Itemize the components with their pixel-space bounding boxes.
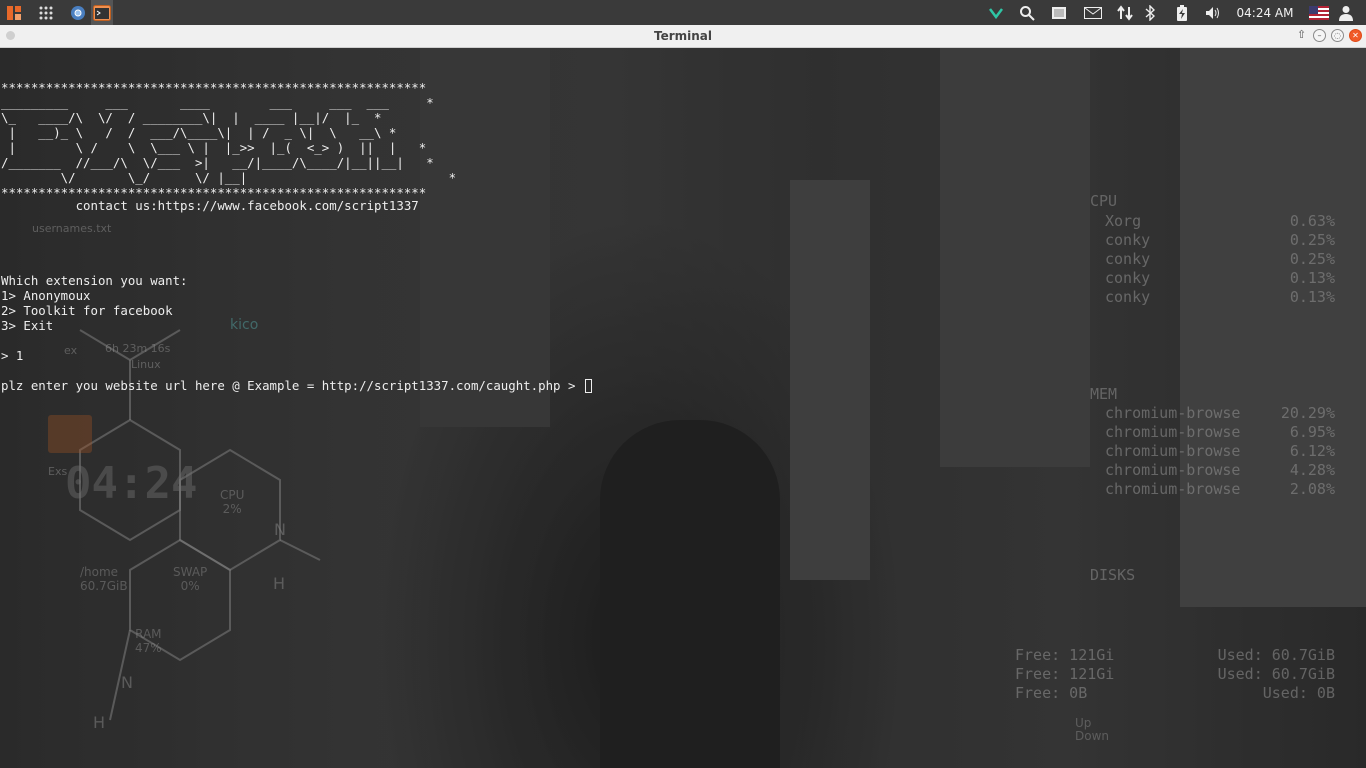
ascii-banner: ****************************************… <box>1 80 457 200</box>
top-panel: 04:24 AM <box>0 0 1366 25</box>
terminal-menu: Which extension you want: 1> Anonymoux 2… <box>1 273 188 363</box>
us-flag-icon[interactable] <box>1307 0 1331 25</box>
option-exit: 3> Exit <box>1 318 54 333</box>
option-anonymoux: 1> Anonymoux <box>1 288 91 303</box>
user-icon[interactable] <box>1336 0 1356 25</box>
mail-icon[interactable] <box>1082 0 1104 25</box>
terminal-titlebar[interactable]: Terminal ⇧ – ◌ ✕ <box>0 25 1366 48</box>
blank-line <box>1 333 188 348</box>
question-text: Which extension you want: <box>1 273 188 288</box>
battery-icon[interactable] <box>1172 0 1192 25</box>
bluetooth-icon[interactable] <box>1141 0 1159 25</box>
volume-icon[interactable] <box>1203 0 1223 25</box>
network-icon[interactable] <box>986 0 1006 25</box>
chromium-icon[interactable] <box>68 0 88 25</box>
app-menu-icon[interactable] <box>4 0 24 25</box>
url-prompt: plz enter you website url here @ Example… <box>1 378 583 393</box>
apps-grid-icon[interactable] <box>36 0 56 25</box>
pin-icon[interactable]: ⇧ <box>1295 29 1308 42</box>
maximize-button[interactable]: ◌ <box>1331 29 1344 42</box>
search-icon[interactable] <box>1017 0 1037 25</box>
window-title: Terminal <box>653 29 713 43</box>
close-button[interactable]: ✕ <box>1349 29 1362 42</box>
terminal-app-icon[interactable] <box>91 0 113 25</box>
input-prompt-line[interactable]: plz enter you website url here @ Example… <box>1 378 592 393</box>
option-toolkit: 2> Toolkit for facebook <box>1 303 173 318</box>
display-icon[interactable] <box>1049 0 1069 25</box>
clock[interactable]: 04:24 AM <box>1232 0 1298 25</box>
text-cursor[interactable] <box>584 378 592 393</box>
contact-line: contact us:https://www.facebook.com/scri… <box>1 198 419 213</box>
transfer-icon[interactable] <box>1115 0 1135 25</box>
answer-line: > 1 <box>1 348 24 363</box>
minimize-button[interactable]: – <box>1313 29 1326 42</box>
